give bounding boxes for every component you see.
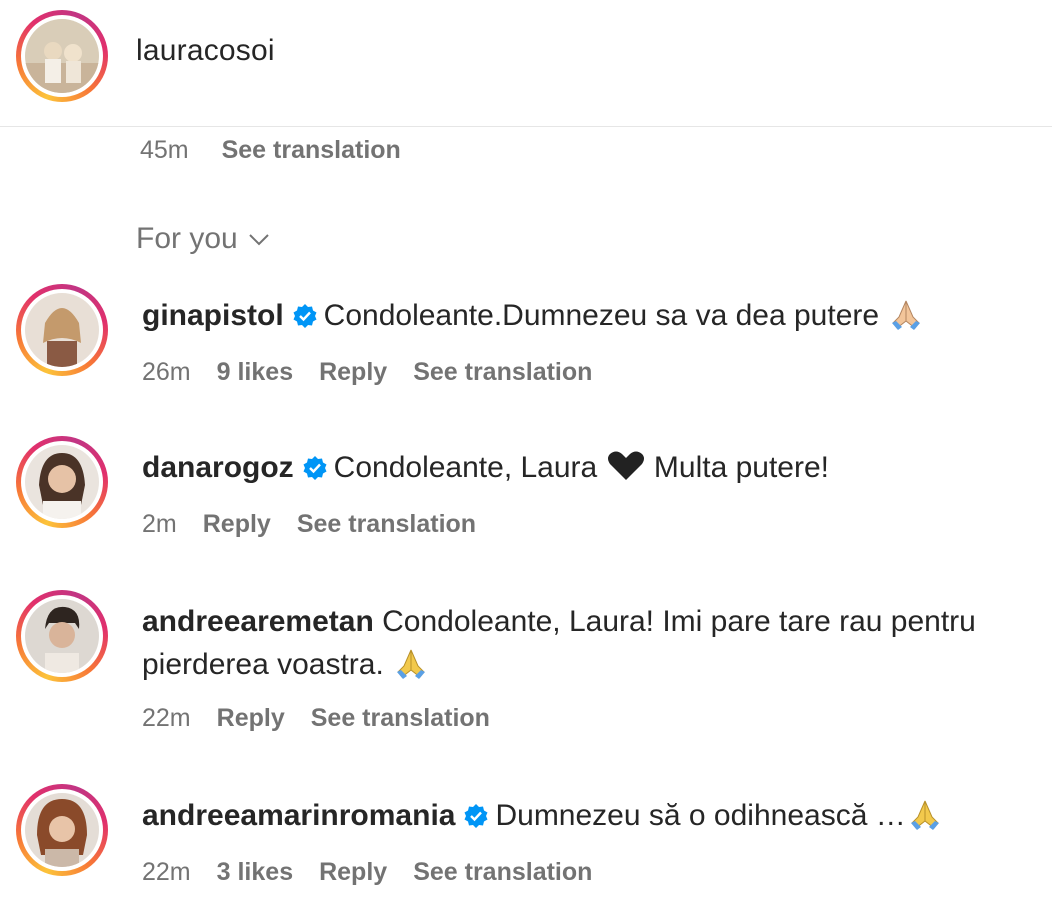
- story-ring-avatar[interactable]: [16, 436, 108, 528]
- comment-filter-dropdown[interactable]: For you: [136, 222, 272, 256]
- comment-meta: 26m 9 likes Reply See translation: [142, 358, 618, 387]
- story-ring-avatar[interactable]: [16, 784, 108, 876]
- comment-time: 2m: [142, 510, 177, 538]
- post-header: lauracosoi: [0, 0, 1052, 127]
- likes-count[interactable]: 3 likes: [217, 858, 293, 886]
- see-translation-button[interactable]: See translation: [413, 858, 592, 886]
- praying-hands-icon: [892, 300, 921, 330]
- black-heart-icon: [607, 451, 644, 480]
- chevron-down-icon: [249, 234, 269, 246]
- comment-body: Dumnezeu să o odihnească …: [495, 799, 906, 832]
- verified-badge-icon: [303, 456, 327, 480]
- comment-meta: 2m Reply See translation: [142, 510, 502, 539]
- comment-body: Condoleante, Laura: [333, 451, 598, 484]
- reply-button[interactable]: Reply: [217, 704, 285, 732]
- avatar: [25, 793, 99, 867]
- avatar: [25, 19, 99, 93]
- comment-username[interactable]: andreeamarinromania: [142, 799, 455, 832]
- comment-text: andreeamarinromania Dumnezeu să o odihnea…: [142, 794, 1042, 837]
- comment-text: ginapistol Condoleante.Dumnezeu sa va dea…: [142, 294, 1042, 337]
- likes-count[interactable]: 9 likes: [217, 358, 293, 386]
- comment-text: danarogoz Condoleante, Laura Multa putere…: [142, 446, 1042, 489]
- filter-label: For you: [136, 222, 238, 255]
- see-translation-button[interactable]: See translation: [311, 704, 490, 732]
- caption-meta: 45m See translation: [140, 136, 401, 165]
- comment-time: 22m: [142, 858, 191, 886]
- story-ring-avatar[interactable]: [16, 590, 108, 682]
- comment-text: andreearemetan Condoleante, Laura! Imi p…: [142, 600, 1042, 686]
- reply-button[interactable]: Reply: [319, 858, 387, 886]
- comment-username[interactable]: ginapistol: [142, 299, 284, 332]
- comment-body: Condoleante.Dumnezeu sa va dea putere: [323, 299, 880, 332]
- verified-badge-icon: [293, 304, 317, 328]
- reply-button[interactable]: Reply: [203, 510, 271, 538]
- see-translation-button[interactable]: See translation: [413, 358, 592, 386]
- story-ring-avatar[interactable]: [16, 10, 108, 102]
- see-translation-button[interactable]: See translation: [222, 136, 401, 164]
- post-time: 45m: [140, 136, 189, 164]
- post-username[interactable]: lauracosoi: [136, 34, 275, 68]
- comment-meta: 22m 3 likes Reply See translation: [142, 858, 618, 887]
- comment-time: 22m: [142, 704, 191, 732]
- comment-body-2: Multa putere!: [653, 451, 829, 484]
- praying-hands-icon: [397, 649, 426, 679]
- avatar: [25, 599, 99, 673]
- avatar: [25, 293, 99, 367]
- comment-meta: 22m Reply See translation: [142, 704, 516, 733]
- see-translation-button[interactable]: See translation: [297, 510, 476, 538]
- comment-username[interactable]: danarogoz: [142, 451, 294, 484]
- avatar: [25, 445, 99, 519]
- comment-username[interactable]: andreearemetan: [142, 605, 374, 638]
- story-ring-avatar[interactable]: [16, 284, 108, 376]
- verified-badge-icon: [464, 804, 488, 828]
- comment-time: 26m: [142, 358, 191, 386]
- praying-hands-icon: [910, 800, 939, 830]
- reply-button[interactable]: Reply: [319, 358, 387, 386]
